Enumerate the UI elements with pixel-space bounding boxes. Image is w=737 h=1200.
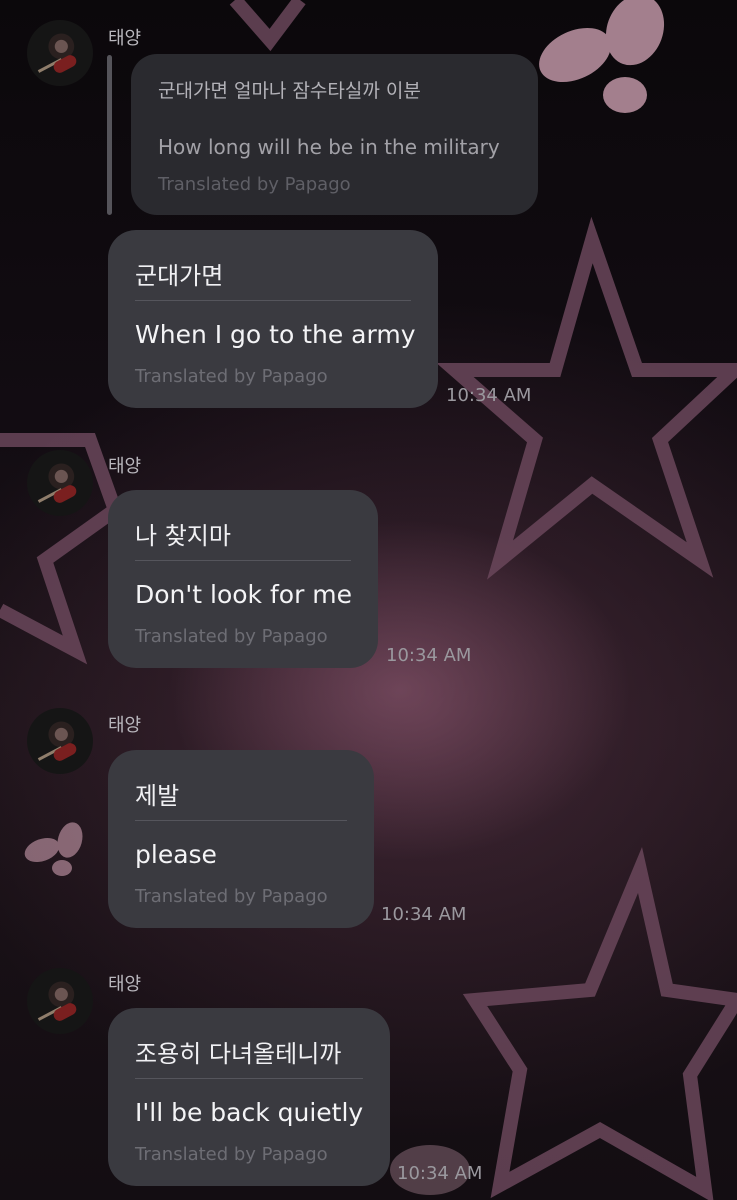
sender-name: 태양	[108, 974, 142, 995]
bubble-divider	[135, 300, 411, 301]
avatar[interactable]	[27, 450, 93, 516]
message-original-text: 조용히 다녀올테니까	[135, 1040, 342, 1068]
message-bubble[interactable]: 조용히 다녀올테니까 I'll be back quietly Translat…	[108, 1008, 390, 1186]
message-original-text: 제발	[135, 782, 180, 810]
sender-name: 태양	[108, 715, 142, 736]
chat-thread: 태양 군대가면 얼마나 잠수타실까 이분 How long will he be…	[0, 0, 737, 1200]
message-timestamp: 10:34 AM	[386, 645, 472, 666]
message-translated-text: When I go to the army	[135, 320, 416, 349]
message-original-text: 나 찾지마	[135, 522, 231, 550]
translation-credit: Translated by Papago	[135, 886, 328, 907]
message-bubble[interactable]: 제발 please Translated by Papago	[108, 750, 374, 928]
bubble-divider	[135, 560, 351, 561]
bubble-divider	[135, 820, 347, 821]
avatar[interactable]	[27, 20, 93, 86]
reply-preview-bubble[interactable]: 군대가면 얼마나 잠수타실까 이분 How long will he be in…	[131, 54, 538, 215]
sender-name: 태양	[108, 28, 142, 49]
reply-original-text: 군대가면 얼마나 잠수타실까 이분	[158, 80, 421, 102]
message-translated-text: Don't look for me	[135, 580, 353, 609]
message-translated-text: please	[135, 840, 217, 869]
message-timestamp: 10:34 AM	[397, 1163, 483, 1184]
reply-translation-credit: Translated by Papago	[158, 174, 351, 195]
translation-credit: Translated by Papago	[135, 626, 328, 647]
avatar[interactable]	[27, 708, 93, 774]
bubble-divider	[135, 1078, 363, 1079]
reply-translated-text: How long will he be in the military	[158, 135, 500, 159]
translation-credit: Translated by Papago	[135, 366, 328, 387]
message-original-text: 군대가면	[135, 262, 224, 290]
avatar[interactable]	[27, 968, 93, 1034]
message-translated-text: I'll be back quietly	[135, 1098, 364, 1127]
reply-indicator-bar	[107, 55, 112, 215]
sender-name: 태양	[108, 456, 142, 477]
message-bubble[interactable]: 나 찾지마 Don't look for me Translated by Pa…	[108, 490, 378, 668]
message-timestamp: 10:34 AM	[446, 385, 532, 406]
translation-credit: Translated by Papago	[135, 1144, 328, 1165]
message-bubble[interactable]: 군대가면 When I go to the army Translated by…	[108, 230, 438, 408]
message-timestamp: 10:34 AM	[381, 904, 467, 925]
